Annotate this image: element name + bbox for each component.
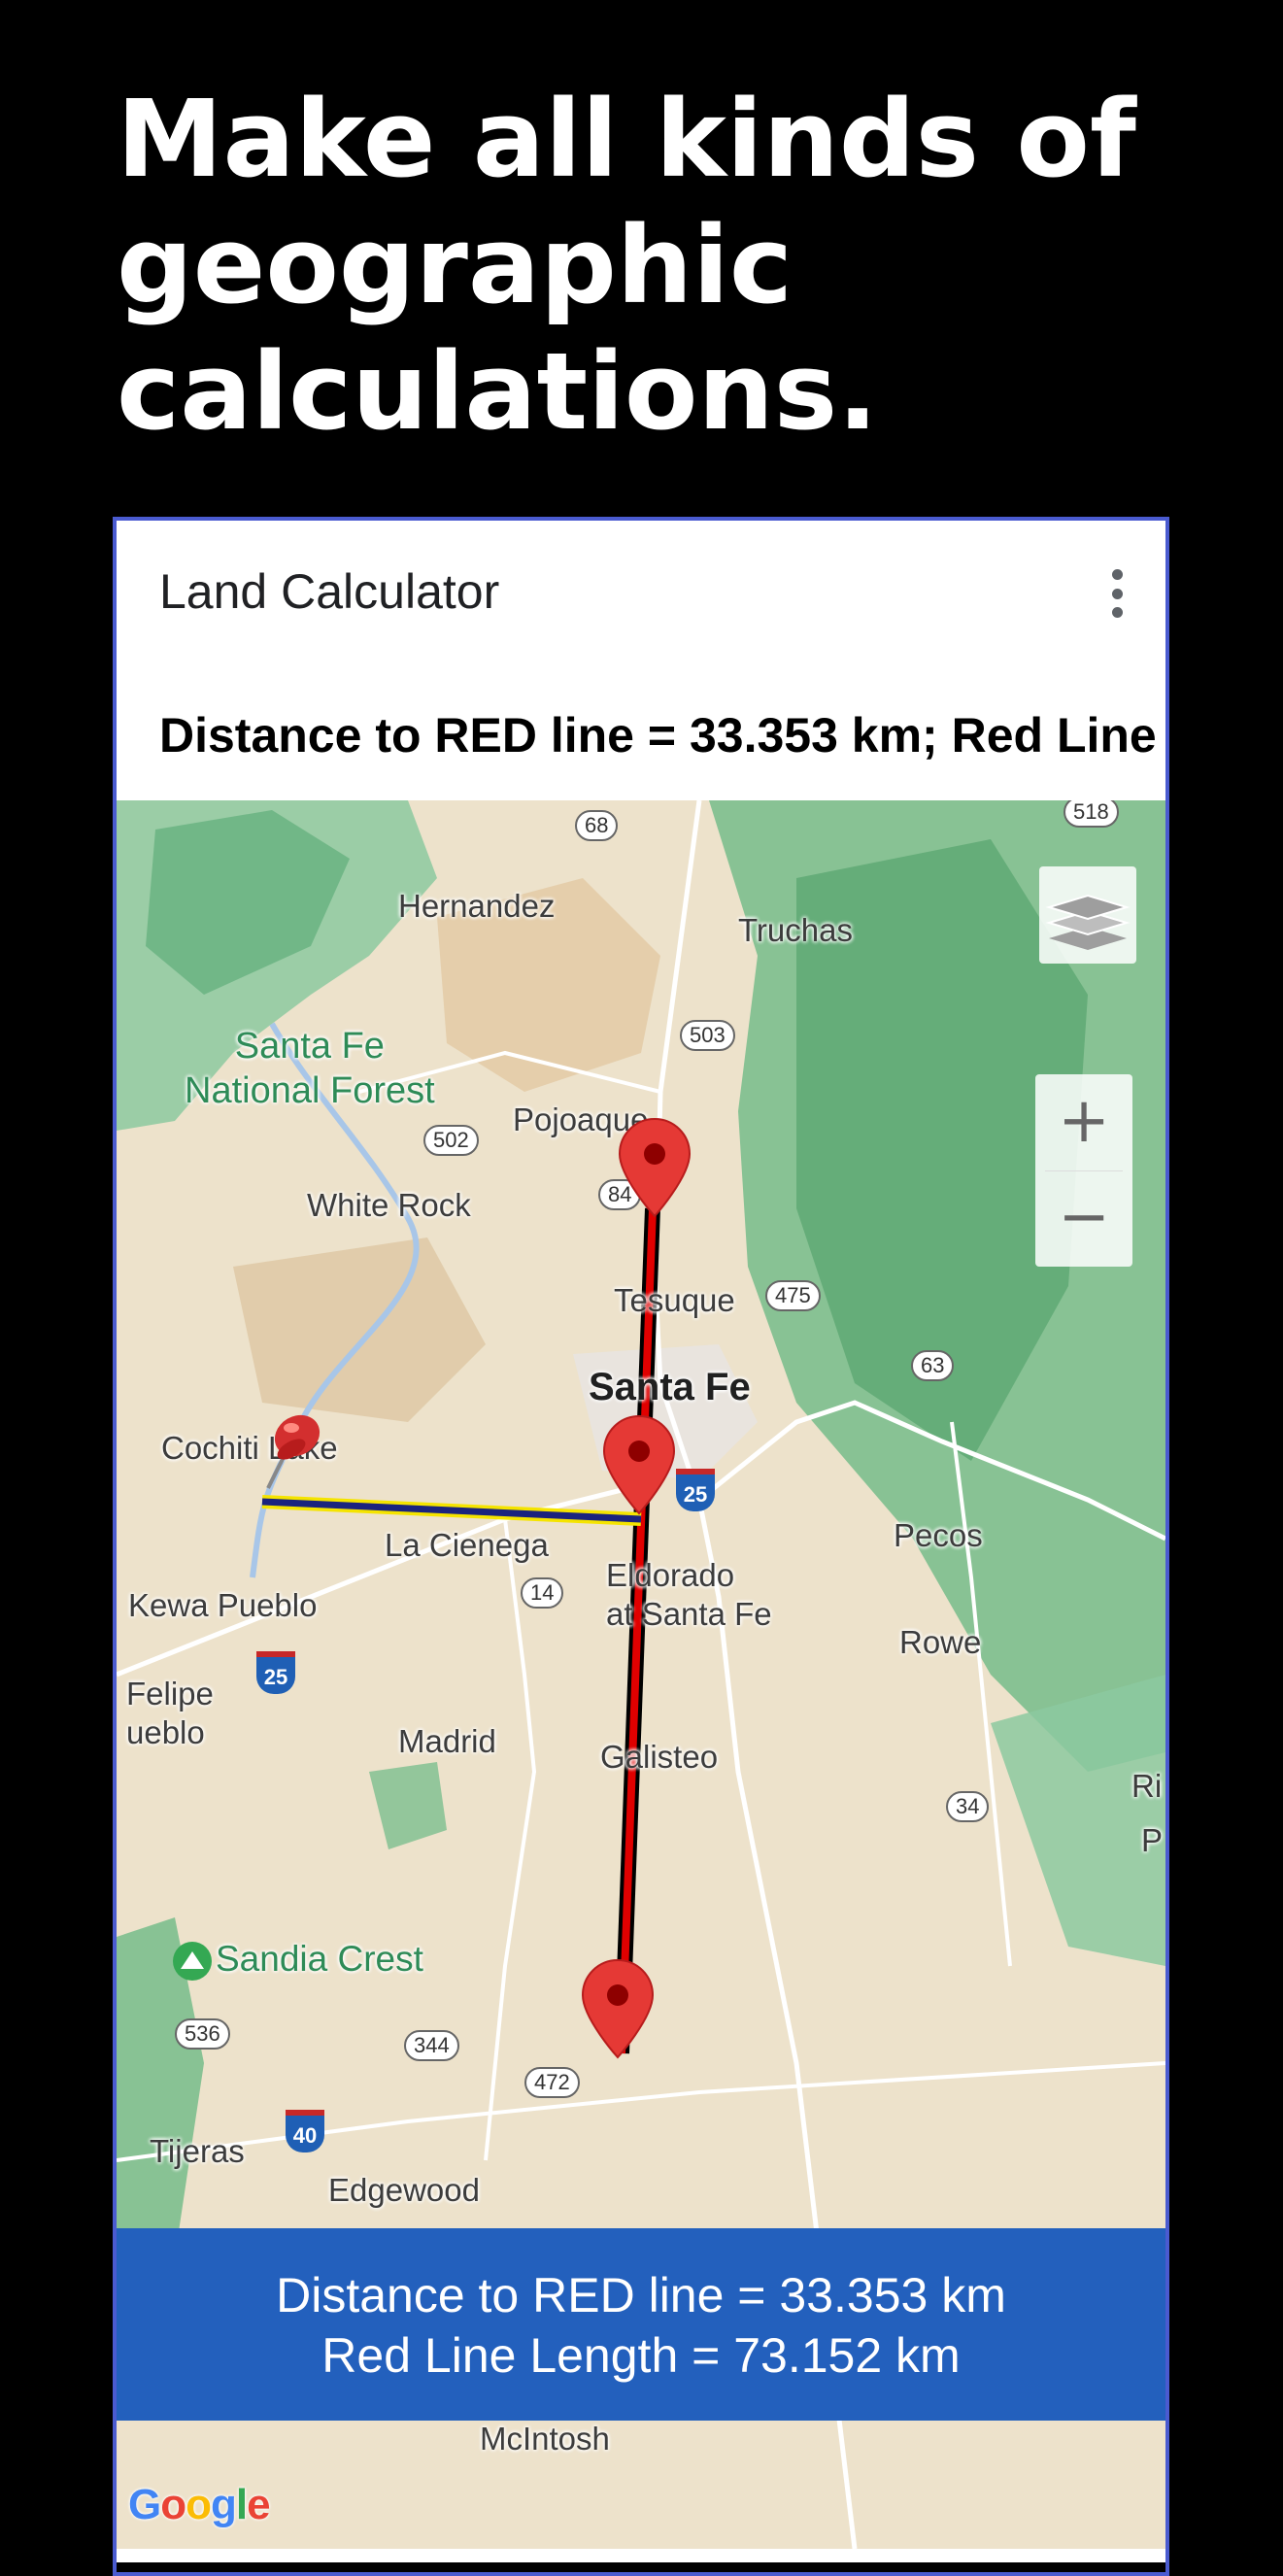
info-bar-text: Distance to RED line = 33.353 km; Red Li… xyxy=(159,708,1165,763)
zoom-controls: + − xyxy=(1035,1074,1132,1267)
app-bar: Land Calculator xyxy=(117,521,1165,657)
city-label: Santa Fe xyxy=(589,1366,751,1408)
layers-button[interactable] xyxy=(1039,866,1136,964)
place-label: Felipe ueblo xyxy=(126,1676,214,1750)
place-label: Tesuque xyxy=(614,1282,735,1318)
forest-label: Santa Fe National Forest xyxy=(185,1026,435,1111)
map-marker-icon[interactable] xyxy=(618,1117,692,1218)
interstate-shield: 25 xyxy=(676,1469,715,1511)
interstate-shield: 25 xyxy=(256,1651,295,1694)
distance-text: Distance to RED line = 33.353 km xyxy=(276,2268,1006,2322)
route-shield: 503 xyxy=(680,1020,735,1051)
bottom-bar xyxy=(117,2562,1165,2572)
place-label: Hernandez xyxy=(398,888,556,924)
pushpin-icon[interactable] xyxy=(249,1401,326,1498)
place-label: La Cienega xyxy=(385,1527,549,1563)
place-label: Tijeras xyxy=(150,2133,245,2169)
route-shield: 34 xyxy=(946,1791,990,1822)
route-shield: 475 xyxy=(765,1280,821,1311)
app-screen: Land Calculator Distance to RED line = 3… xyxy=(113,517,1169,2576)
place-label: Eldorado at Santa Fe xyxy=(606,1557,772,1632)
route-shield: 518 xyxy=(1064,800,1119,828)
map-marker-icon[interactable] xyxy=(602,1414,676,1515)
place-label: Ri xyxy=(1131,1768,1163,1804)
peak-icon xyxy=(173,1942,212,1982)
headline: Make all kinds of geographic calculation… xyxy=(117,77,1136,454)
place-label: McIntosh xyxy=(480,2421,610,2457)
route-shield: 14 xyxy=(521,1577,564,1609)
route-shield: 68 xyxy=(575,810,619,841)
zoom-out-button[interactable]: − xyxy=(1035,1170,1132,1267)
layers-icon xyxy=(1045,894,1131,950)
info-bar: Distance to RED line = 33.353 km; Red Li… xyxy=(117,657,1165,800)
route-shield: 344 xyxy=(404,2030,459,2061)
place-label: Edgewood xyxy=(328,2172,480,2208)
route-shield: 502 xyxy=(423,1125,479,1156)
zoom-in-button[interactable]: + xyxy=(1035,1074,1132,1170)
place-label: Truchas xyxy=(738,912,853,948)
result-banner: Distance to RED line = 33.353 km Red Lin… xyxy=(117,2228,1165,2421)
place-label: Pecos xyxy=(894,1517,983,1553)
map-marker-icon[interactable] xyxy=(581,1958,655,2059)
place-label: Madrid xyxy=(398,1723,496,1759)
map-view[interactable]: Hernandez Truchas Santa Fe National Fore… xyxy=(117,800,1165,2549)
place-label: Rowe xyxy=(899,1624,982,1660)
place-label: Galisteo xyxy=(600,1739,719,1775)
peak-label: Sandia Crest xyxy=(173,1939,423,1982)
route-shield: 63 xyxy=(911,1350,955,1381)
google-logo: Google xyxy=(128,2481,271,2528)
length-text: Red Line Length = 73.152 km xyxy=(321,2328,961,2383)
route-shield: 472 xyxy=(524,2067,580,2098)
app-title: Land Calculator xyxy=(159,564,500,619)
place-label: P xyxy=(1141,1822,1164,1858)
place-label: Kewa Pueblo xyxy=(128,1587,318,1623)
place-label: White Rock xyxy=(307,1187,471,1223)
more-vert-icon[interactable] xyxy=(1107,569,1127,618)
route-shield: 536 xyxy=(175,2018,230,2050)
interstate-shield: 40 xyxy=(286,2110,324,2152)
